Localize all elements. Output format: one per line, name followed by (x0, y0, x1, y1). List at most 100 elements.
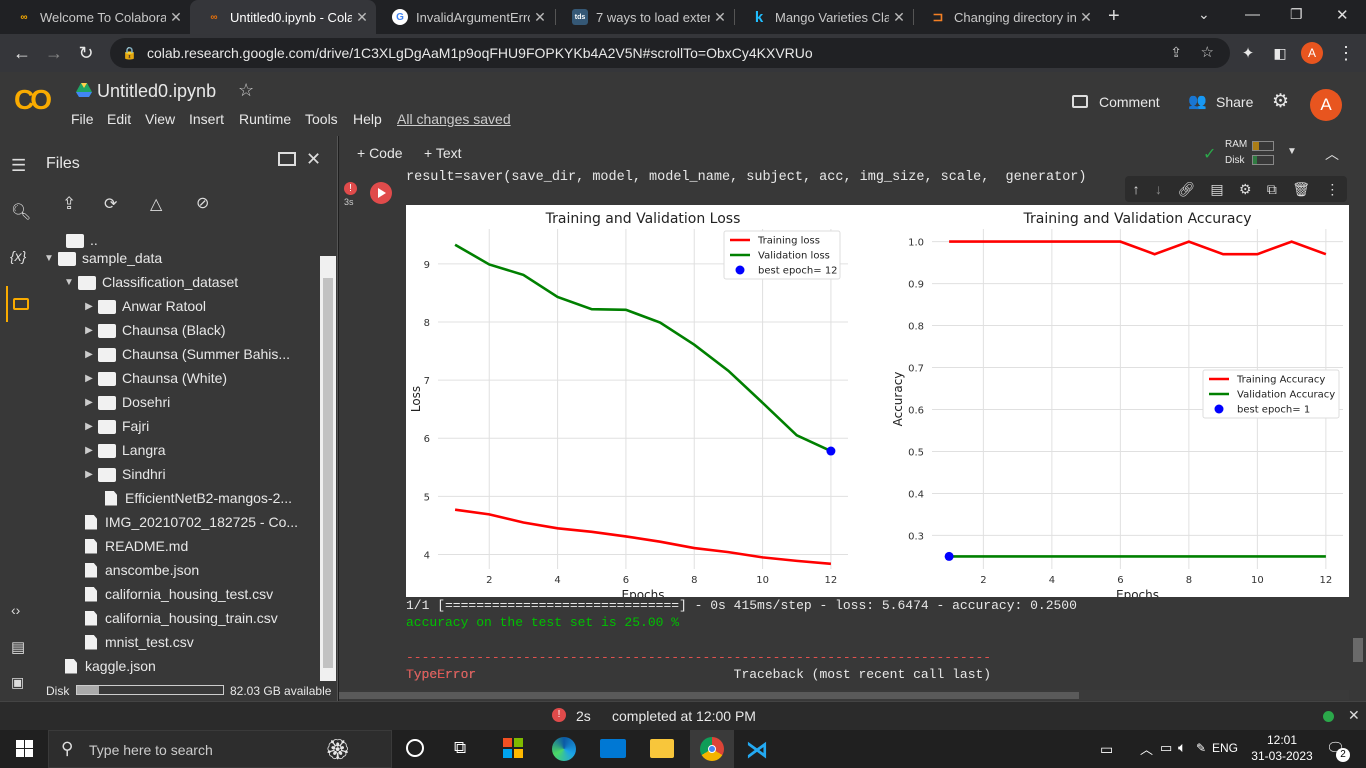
horizontal-scrollbar-thumb[interactable] (339, 692, 1079, 699)
browser-profile-avatar[interactable]: A (1301, 42, 1323, 64)
address-bar[interactable]: 🔒 colab.research.google.com/drive/1C3XLg… (110, 38, 1230, 68)
comment-cell-icon[interactable]: ▤ (1210, 181, 1223, 198)
tree-item-folder[interactable]: ▶ Chaunsa (White) (80, 366, 227, 390)
run-cell-button[interactable] (370, 182, 392, 204)
vscode-icon[interactable]: ⋊ (746, 737, 768, 763)
share-page-icon[interactable]: ⇪ (1170, 44, 1182, 61)
close-tab-icon[interactable]: ✕ (352, 9, 372, 26)
forward-icon[interactable]: → (42, 41, 66, 65)
browser-tab[interactable]: ∞ Welcome To Colaborat ✕ (0, 0, 190, 34)
windows-start-icon[interactable] (16, 740, 33, 757)
clock-date[interactable]: 31-03-2023 (1246, 749, 1318, 763)
tab-search-icon[interactable]: ⌄ (1198, 6, 1210, 23)
code-snippets-icon[interactable]: ‹› (11, 602, 20, 618)
window-close-icon[interactable]: ✕ (1336, 6, 1349, 24)
menu-insert[interactable]: Insert (189, 111, 224, 127)
command-palette-icon[interactable]: ▤ (11, 638, 25, 656)
user-avatar[interactable]: A (1310, 89, 1342, 121)
scrollbar-track[interactable] (320, 256, 336, 681)
tree-item-folder[interactable]: ▼ sample_data (40, 246, 162, 270)
menu-file[interactable]: File (71, 111, 94, 127)
menu-tools[interactable]: Tools (305, 111, 338, 127)
code-line[interactable]: result=saver(save_dir, model, model_name… (406, 170, 1087, 185)
hide-hidden-files-icon[interactable]: ⊘ (196, 193, 209, 213)
chrome-taskbar-button[interactable] (690, 730, 734, 768)
colab-logo[interactable]: CO (14, 84, 52, 116)
tree-item-file[interactable]: california_housing_train.csv (82, 606, 278, 630)
browser-tab[interactable]: G InvalidArgumentError ✕ (376, 0, 554, 34)
open-in-tab-icon[interactable] (278, 152, 296, 166)
menu-help[interactable]: Help (353, 111, 382, 127)
close-tab-icon[interactable]: ✕ (530, 9, 550, 26)
network-icon[interactable]: ▭ (1160, 740, 1172, 756)
task-view-icon[interactable]: ⧉ (454, 738, 466, 758)
collapse-header-icon[interactable]: ︿ (1325, 144, 1339, 164)
file-explorer-icon[interactable] (650, 739, 674, 758)
minimize-icon[interactable]: — (1245, 6, 1260, 23)
upload-file-icon[interactable]: ⇪ (62, 194, 76, 214)
close-status-icon[interactable]: ✕ (1348, 707, 1360, 724)
taskbar-search-box[interactable]: ⚲ Type here to search 🏵 (48, 730, 392, 768)
back-icon[interactable]: ← (10, 41, 34, 65)
disk-meter[interactable] (1252, 155, 1274, 165)
close-tab-icon[interactable]: ✕ (166, 9, 186, 26)
add-code-button[interactable]: + Code (357, 145, 403, 161)
search-icon[interactable]: 🔍︎ (11, 202, 31, 222)
mirror-cell-icon[interactable]: ⧉ (1267, 181, 1277, 198)
tree-item-file[interactable]: IMG_20210702_182725 - Co... (82, 510, 298, 534)
tree-item-folder[interactable]: ▶ Anwar Ratool (80, 294, 206, 318)
browser-tab[interactable]: k Mango Varieties Class ✕ (735, 0, 913, 34)
tree-item-folder[interactable]: ▶ Sindhri (80, 462, 166, 486)
language-indicator[interactable]: ENG (1212, 741, 1238, 755)
mount-drive-icon[interactable]: △ (150, 194, 162, 214)
pen-icon[interactable]: ✎ (1196, 741, 1206, 755)
vertical-scrollbar-thumb[interactable] (1353, 638, 1363, 662)
meet-now-icon[interactable]: ▭ (1100, 741, 1113, 758)
reload-icon[interactable]: ↻ (74, 41, 98, 65)
save-status[interactable]: All changes saved (397, 111, 511, 127)
move-up-icon[interactable]: ↑ (1133, 181, 1140, 197)
extensions-icon[interactable]: ✦ (1236, 41, 1260, 65)
close-panel-icon[interactable]: ✕ (306, 149, 321, 170)
tree-item-folder[interactable]: ▶ Fajri (80, 414, 149, 438)
menu-runtime[interactable]: Runtime (239, 111, 291, 127)
terminal-icon[interactable]: ▣ (11, 674, 24, 691)
share-button[interactable]: Share (1216, 94, 1253, 110)
restore-icon[interactable]: ❐ (1290, 6, 1303, 23)
settings-gear-icon[interactable]: ⚙ (1272, 90, 1289, 113)
tree-item-file[interactable]: anscombe.json (82, 558, 199, 582)
volume-icon[interactable]: 🔈︎ (1178, 739, 1186, 756)
tree-item-file[interactable]: EfficientNetB2-mangos-2... (102, 486, 292, 510)
close-tab-icon[interactable]: ✕ (889, 9, 909, 26)
mail-icon[interactable] (600, 739, 626, 758)
menu-view[interactable]: View (145, 111, 175, 127)
ram-meter[interactable] (1252, 141, 1274, 151)
store-icon[interactable] (503, 738, 523, 758)
tree-item-folder[interactable]: ▶ Chaunsa (Summer Bahis... (80, 342, 290, 366)
menu-edit[interactable]: Edit (107, 111, 131, 127)
folder-icon[interactable] (13, 298, 29, 310)
cortana-icon[interactable] (406, 739, 424, 757)
browser-menu-icon[interactable]: ⋮ (1334, 41, 1358, 65)
comment-button[interactable]: Comment (1099, 94, 1160, 110)
link-icon[interactable]: 🔗︎ (1177, 181, 1195, 198)
more-options-icon[interactable]: ⋮ (1325, 181, 1339, 198)
tree-item-folder[interactable]: ▶ Dosehri (80, 390, 170, 414)
table-of-contents-icon[interactable]: ☰ (11, 156, 26, 176)
add-text-button[interactable]: + Text (424, 145, 462, 161)
clock-time[interactable]: 12:01 (1252, 733, 1312, 747)
notebook-title[interactable]: Untitled0.ipynb (97, 81, 216, 102)
tree-item-file[interactable]: california_housing_test.csv (82, 582, 273, 606)
tree-item-file[interactable]: mnist_test.csv (82, 630, 194, 654)
tree-item-file[interactable]: README.md (82, 534, 188, 558)
new-tab-icon[interactable]: + (1108, 5, 1120, 28)
scrollbar-thumb[interactable] (323, 278, 333, 668)
star-icon[interactable]: ☆ (238, 80, 254, 101)
horizontal-scrollbar[interactable] (339, 690, 1349, 700)
side-panel-icon[interactable]: ◧ (1268, 41, 1292, 65)
browser-tab[interactable]: tds 7 ways to load externa ✕ (556, 0, 734, 34)
runtime-dropdown-icon[interactable]: ▼ (1287, 146, 1297, 157)
bookmark-star-icon[interactable]: ☆ (1201, 43, 1214, 61)
close-tab-icon[interactable]: ✕ (1076, 9, 1096, 26)
tree-item-folder[interactable]: ▶ Langra (80, 438, 166, 462)
